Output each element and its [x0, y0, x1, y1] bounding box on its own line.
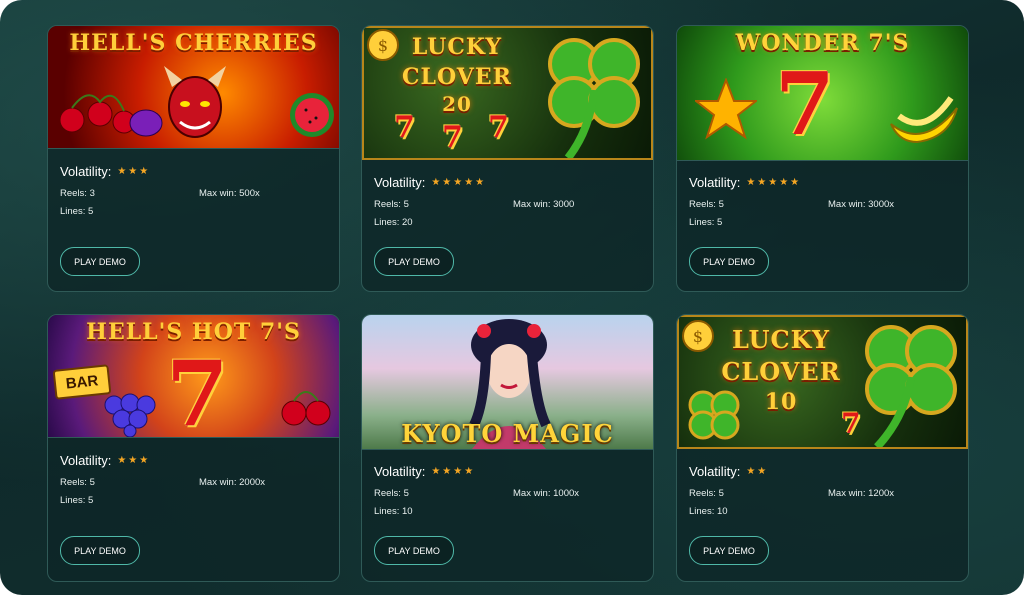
- game-banner[interactable]: $ LUCKY CLOVER 20 7 7 7: [362, 26, 653, 160]
- volatility-label: Volatility:: [374, 175, 426, 190]
- star-icon: [693, 77, 759, 145]
- game-card: WONDER 7'S 7 Volatility: ★★★★★ Reels5 Max…: [676, 25, 969, 292]
- game-banner[interactable]: HELL'S HOT 7'S BAR 7: [48, 315, 339, 438]
- cherries-icon: [278, 383, 334, 434]
- volatility-label: Volatility:: [60, 453, 112, 468]
- volatility-label: Volatility:: [60, 164, 112, 179]
- game-banner[interactable]: WONDER 7'S 7: [677, 26, 968, 161]
- seven-icon: 7: [488, 110, 509, 145]
- max-win-stat: Max win500x: [199, 188, 327, 199]
- play-demo-button[interactable]: PLAY DEMO: [60, 247, 140, 276]
- banner-title: HELL'S CHERRIES: [69, 30, 318, 56]
- banner-subtitle: CLOVER: [721, 357, 841, 386]
- clover-icon: [681, 387, 751, 447]
- reels-stat: Reels5: [689, 488, 828, 499]
- volatility-stars: ★★★★: [431, 466, 476, 477]
- volatility-stars: ★★★: [117, 455, 151, 466]
- max-win-stat: Max win1000x: [513, 488, 641, 499]
- seven-icon: 7: [442, 120, 463, 155]
- max-win-stat: Max win3000x: [828, 199, 956, 210]
- banana-icon: [885, 88, 961, 153]
- banner-title: KYOTO MAGIC: [401, 419, 614, 448]
- page-background: HELL'S CHERRIES Volatility: ★★★ Reels3 Ma…: [0, 0, 1024, 595]
- game-banner[interactable]: $ LUCKY CLOVER 10 7: [677, 315, 968, 449]
- game-card: $ LUCKY CLOVER 20 7 7 7 Volatility: ★★★★★…: [361, 25, 654, 292]
- lines-stat: Lines10: [689, 506, 828, 517]
- volatility-label: Volatility:: [689, 175, 741, 190]
- seven-icon: 7: [394, 110, 415, 145]
- volatility-stars: ★★★★★: [431, 177, 487, 188]
- banner-title: LUCKY: [732, 325, 830, 354]
- game-card: $ LUCKY CLOVER 10 7 Volatility: ★★ Reels5…: [676, 314, 969, 582]
- game-card: HELL'S HOT 7'S BAR 7 Volatility: ★★★ Reel…: [47, 314, 340, 582]
- banner-title: LUCKY: [411, 34, 503, 60]
- volatility-stars: ★★★: [117, 166, 151, 177]
- clover-icon: [532, 30, 651, 158]
- play-demo-button[interactable]: PLAY DEMO: [689, 536, 769, 565]
- watermelon-icon: [286, 90, 338, 145]
- reels-stat: Reels5: [689, 199, 828, 210]
- plum-icon: [128, 108, 164, 143]
- play-demo-button[interactable]: PLAY DEMO: [374, 247, 454, 276]
- volatility-label: Volatility:: [689, 464, 741, 479]
- reels-stat: Reels5: [374, 199, 513, 210]
- lines-stat: Lines5: [60, 206, 199, 217]
- lines-stat: Lines5: [60, 495, 199, 506]
- max-win-stat: Max win2000x: [199, 477, 327, 488]
- game-banner[interactable]: HELL'S CHERRIES: [48, 26, 339, 149]
- lines-stat: Lines10: [374, 506, 513, 517]
- clover-icon: [847, 317, 966, 447]
- game-banner[interactable]: KYOTO MAGIC: [362, 315, 653, 450]
- reels-stat: Reels3: [60, 188, 199, 199]
- reels-stat: Reels5: [60, 477, 199, 488]
- play-demo-button[interactable]: PLAY DEMO: [689, 247, 769, 276]
- play-demo-button[interactable]: PLAY DEMO: [60, 536, 140, 565]
- seven-icon: 7: [166, 341, 229, 438]
- max-win-stat: Max win1200x: [828, 488, 956, 499]
- game-card: HELL'S CHERRIES Volatility: ★★★ Reels3 Ma…: [47, 25, 340, 292]
- cherries-icon: [58, 86, 138, 141]
- max-win-stat: Max win3000: [513, 199, 641, 210]
- game-card: KYOTO MAGIC Volatility: ★★★★ Reels5 Max w…: [361, 314, 654, 582]
- volatility-stars: ★★: [746, 466, 769, 477]
- banner-subtitle: CLOVER: [402, 64, 512, 90]
- seven-icon: 7: [775, 54, 835, 155]
- volatility-label: Volatility:: [374, 464, 426, 479]
- play-demo-button[interactable]: PLAY DEMO: [374, 536, 454, 565]
- banner-title: WONDER 7'S: [735, 30, 910, 56]
- devil-icon: [160, 62, 230, 147]
- grapes-icon: [100, 391, 166, 437]
- lines-stat: Lines20: [374, 217, 513, 228]
- reels-stat: Reels5: [374, 488, 513, 499]
- volatility-stars: ★★★★★: [746, 177, 802, 188]
- lines-stat: Lines5: [689, 217, 828, 228]
